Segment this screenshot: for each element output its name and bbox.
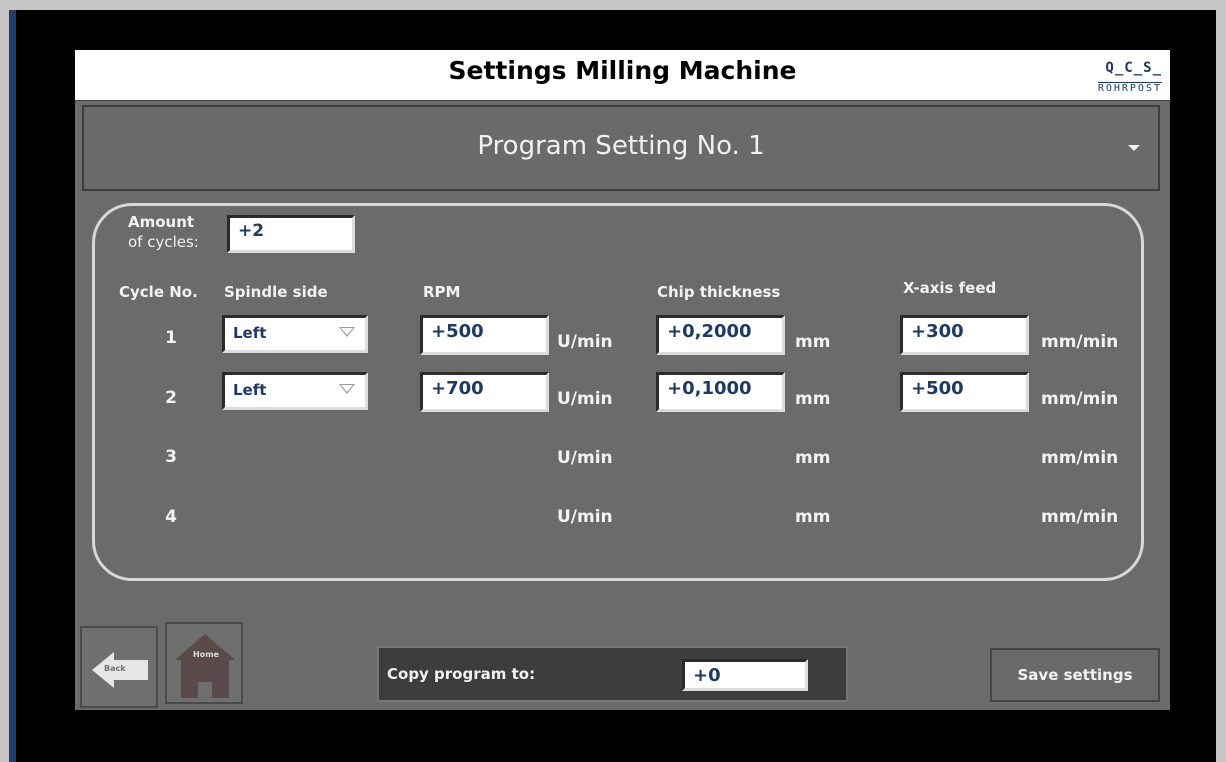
- frame-stripe: [9, 10, 16, 762]
- cycle-row-1-feed-input[interactable]: +300: [900, 315, 1029, 355]
- page-title: Settings Milling Machine: [448, 56, 797, 85]
- cycle-row-1-rpm-unit: U/min: [557, 332, 613, 352]
- cycle-row-3-chip-unit: mm: [795, 448, 831, 468]
- home-icon-door: [198, 682, 212, 698]
- header-spindle-side: Spindle side: [224, 283, 328, 301]
- company-logo: Q_C_S_ ROHRPOST: [1034, 60, 1162, 94]
- cycle-row-2-feed-unit: mm/min: [1041, 389, 1119, 409]
- cycle-row-4-chip-unit: mm: [795, 507, 831, 527]
- cycle-row-2-spindle-select[interactable]: Left: [222, 372, 368, 410]
- amount-label-line1: Amount: [128, 213, 195, 231]
- cycle-row-2-feed-input[interactable]: +500: [900, 372, 1029, 412]
- dropdown-triangle-icon: [339, 327, 355, 337]
- cycle-row-2-number: 2: [165, 388, 177, 408]
- back-label: Back: [104, 664, 126, 673]
- amount-of-cycles-input[interactable]: +2: [227, 215, 355, 253]
- cycle-row-3-rpm-unit: U/min: [557, 448, 613, 468]
- cycle-row-3-feed-unit: mm/min: [1041, 448, 1119, 468]
- cycle-row-1-number: 1: [165, 328, 177, 348]
- copy-program-box: Copy program to: +0: [377, 646, 848, 702]
- cycle-row-1-spindle-select[interactable]: Left: [222, 315, 368, 353]
- cycle-row-2-rpm-unit: U/min: [557, 389, 613, 409]
- logo-line2: ROHRPOST: [1097, 82, 1162, 94]
- cycle-row-4-number: 4: [165, 507, 177, 527]
- cycle-row-4-feed-unit: mm/min: [1041, 507, 1119, 527]
- cycle-row-2-chip-unit: mm: [795, 389, 831, 409]
- home-label: Home: [193, 650, 219, 659]
- header-x-axis-feed: X-axis feed: [903, 279, 997, 297]
- header-rpm: RPM: [423, 283, 461, 301]
- copy-program-input[interactable]: +0: [682, 659, 808, 691]
- program-selector-value: Program Setting No. 1: [477, 131, 765, 161]
- cycle-row-1-chip-unit: mm: [795, 332, 831, 352]
- cycle-row-4-rpm-unit: U/min: [557, 507, 613, 527]
- cycle-row-2-chip-input[interactable]: +0,1000: [656, 372, 785, 412]
- back-button[interactable]: Back: [80, 626, 158, 708]
- save-settings-button[interactable]: Save settings: [990, 648, 1160, 702]
- cycle-row-2-rpm-input[interactable]: +700: [420, 372, 549, 412]
- header-chip-thickness: Chip thickness: [657, 283, 781, 301]
- cycle-row-1-chip-input[interactable]: +0,2000: [656, 315, 785, 355]
- header-cycle-no: Cycle No.: [119, 283, 198, 301]
- amount-label-line2: of cycles:: [128, 233, 199, 251]
- home-button[interactable]: Home: [165, 622, 243, 704]
- cycle-row-1-spindle-value: Left: [233, 324, 267, 342]
- cycle-row-1-rpm-input[interactable]: +500: [420, 315, 549, 355]
- dropdown-triangle-icon: [339, 384, 355, 394]
- program-selector[interactable]: Program Setting No. 1: [82, 105, 1160, 191]
- amount-of-cycles-label: Amount of cycles:: [128, 212, 199, 252]
- cycle-row-2-spindle-value: Left: [233, 381, 267, 399]
- chevron-down-icon[interactable]: [1128, 145, 1140, 151]
- cycle-row-1-feed-unit: mm/min: [1041, 332, 1119, 352]
- cycle-row-3-number: 3: [165, 447, 177, 467]
- copy-program-label: Copy program to:: [387, 665, 536, 683]
- logo-line1: Q_C_S_: [1105, 60, 1162, 76]
- title-bar: Settings Milling Machine Q_C_S_ ROHRPOST: [75, 50, 1170, 101]
